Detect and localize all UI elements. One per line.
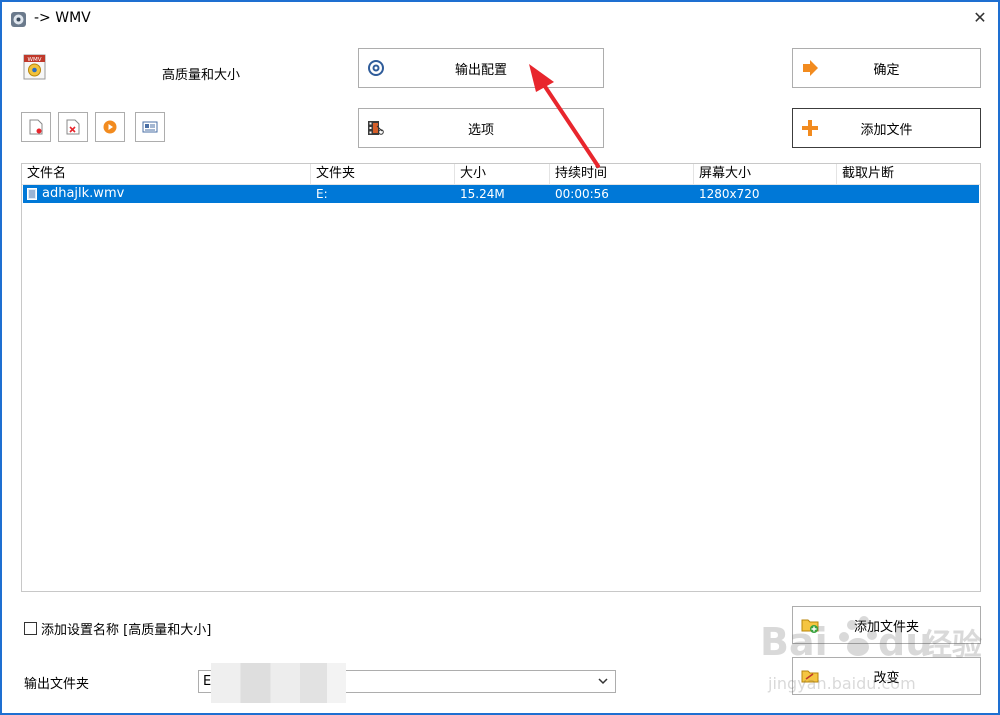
redacted-path — [211, 663, 346, 703]
table-row[interactable]: adhajlk.wmv E: 15.24M 00:00:56 1280x720 — [23, 185, 979, 203]
cell-screen: 1280x720 — [699, 187, 760, 201]
change-label: 改变 — [873, 670, 900, 686]
file-list[interactable]: 文件名 文件夹 大小 持续时间 屏幕大小 截取片断 adhajlk.wmv E:… — [21, 163, 981, 592]
app-icon — [11, 12, 26, 27]
options-button[interactable]: 选项 — [358, 108, 604, 148]
add-file-button[interactable]: 添加文件 — [792, 108, 981, 148]
remove-file-icon — [66, 119, 80, 135]
info-button[interactable] — [135, 112, 165, 142]
cell-clip — [838, 185, 979, 203]
gear-icon — [368, 60, 384, 76]
column-header-folder[interactable]: 文件夹 — [311, 164, 455, 184]
output-folder-label: 输出文件夹 — [24, 677, 90, 692]
file-list-header: 文件名 文件夹 大小 持续时间 屏幕大小 截取片断 — [22, 164, 980, 185]
window-title: -> WMV — [34, 10, 91, 26]
plus-icon — [802, 120, 818, 136]
output-config-button[interactable]: 输出配置 — [358, 48, 604, 88]
converter-window: -> WMV ✕ WMV 高质量和大小 输出配置 确定 选项 添加文件 文件名 … — [0, 0, 1000, 715]
preset-name: 高质量和大小 — [162, 68, 241, 83]
options-label: 选项 — [467, 122, 494, 138]
play-button[interactable] — [95, 112, 125, 142]
output-folder-select[interactable]: E — [198, 663, 616, 703]
cell-size: 15.24M — [460, 187, 505, 201]
close-icon[interactable]: ✕ — [968, 6, 992, 30]
title-bar: -> WMV ✕ — [2, 2, 998, 36]
column-header-duration[interactable]: 持续时间 — [550, 164, 694, 184]
column-header-size[interactable]: 大小 — [455, 164, 550, 184]
arrow-right-icon — [803, 60, 818, 76]
new-file-button[interactable] — [21, 112, 51, 142]
add-folder-label: 添加文件夹 — [853, 619, 919, 635]
new-file-icon — [29, 119, 43, 135]
add-file-label: 添加文件 — [860, 122, 913, 138]
film-scissors-icon — [368, 121, 384, 135]
video-file-icon — [27, 188, 37, 200]
column-header-clip[interactable]: 截取片断 — [837, 164, 980, 184]
ok-button[interactable]: 确定 — [792, 48, 981, 88]
output-config-label: 输出配置 — [454, 62, 507, 78]
column-header-screen[interactable]: 屏幕大小 — [694, 164, 837, 184]
add-setting-name-checkbox[interactable]: 添加设置名称 [高质量和大小] — [24, 619, 211, 638]
add-folder-button[interactable]: 添加文件夹 — [792, 606, 981, 644]
wmv-format-icon: WMV — [23, 54, 46, 80]
media-info-icon — [142, 121, 158, 133]
play-icon — [103, 120, 117, 134]
cell-name: adhajlk.wmv — [42, 186, 125, 201]
folder-edit-icon — [801, 670, 819, 683]
cell-folder: E: — [316, 187, 328, 201]
chevron-down-icon — [598, 678, 608, 685]
checkbox-box[interactable] — [24, 622, 37, 635]
wmv-icon-text: WMV — [28, 57, 42, 63]
remove-file-button[interactable] — [58, 112, 88, 142]
column-header-name[interactable]: 文件名 — [22, 164, 311, 184]
change-button[interactable]: 改变 — [792, 657, 981, 695]
cell-duration: 00:00:56 — [555, 187, 609, 201]
add-setting-name-label: 添加设置名称 [高质量和大小] — [41, 623, 212, 638]
ok-label: 确定 — [873, 62, 900, 78]
add-folder-icon — [801, 619, 819, 633]
output-folder-value: E — [203, 674, 212, 689]
